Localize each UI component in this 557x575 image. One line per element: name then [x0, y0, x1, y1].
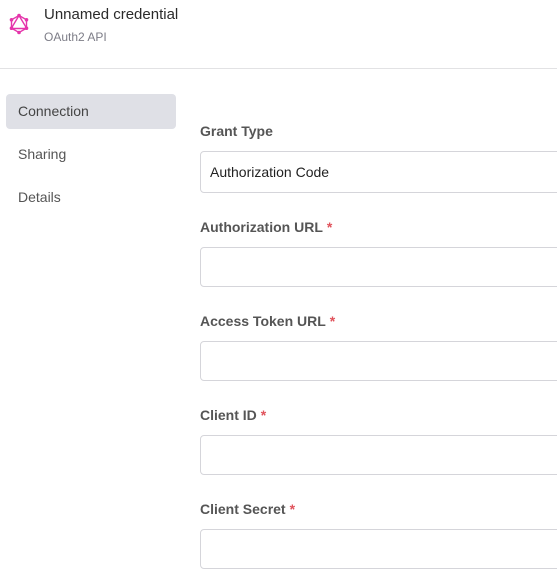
access-token-url-field: Access Token URL *: [200, 313, 557, 381]
required-marker: *: [289, 501, 296, 517]
client-secret-field: Client Secret *: [200, 501, 557, 569]
credential-modal: Unnamed credential OAuth2 API Connection…: [0, 0, 557, 575]
credential-type: OAuth2 API: [44, 30, 107, 44]
sidebar-item-details[interactable]: Details: [6, 180, 176, 215]
grant-type-label: Grant Type: [200, 123, 273, 139]
modal-header: Unnamed credential OAuth2 API: [0, 0, 557, 69]
client-secret-input[interactable]: [200, 529, 557, 569]
required-marker: *: [326, 219, 333, 235]
authorization-url-field: Authorization URL *: [200, 219, 557, 287]
connection-form: Grant Type Authorization Code Authorizat…: [200, 70, 557, 575]
sidebar-item-connection[interactable]: Connection: [6, 94, 176, 129]
client-id-field: Client ID *: [200, 407, 557, 475]
graphql-icon: [8, 13, 30, 35]
required-marker: *: [329, 313, 336, 329]
credential-title[interactable]: Unnamed credential: [44, 6, 178, 23]
access-token-url-label: Access Token URL *: [200, 313, 336, 329]
client-id-label: Client ID *: [200, 407, 267, 423]
sidebar-nav: Connection Sharing Details: [6, 94, 176, 223]
client-secret-label: Client Secret *: [200, 501, 296, 517]
authorization-url-input[interactable]: [200, 247, 557, 287]
required-marker: *: [260, 407, 267, 423]
grant-type-select[interactable]: Authorization Code: [200, 151, 557, 193]
client-id-input[interactable]: [200, 435, 557, 475]
access-token-url-input[interactable]: [200, 341, 557, 381]
sidebar-item-sharing[interactable]: Sharing: [6, 137, 176, 172]
authorization-url-label: Authorization URL *: [200, 219, 333, 235]
grant-type-field: Grant Type Authorization Code: [200, 123, 557, 193]
